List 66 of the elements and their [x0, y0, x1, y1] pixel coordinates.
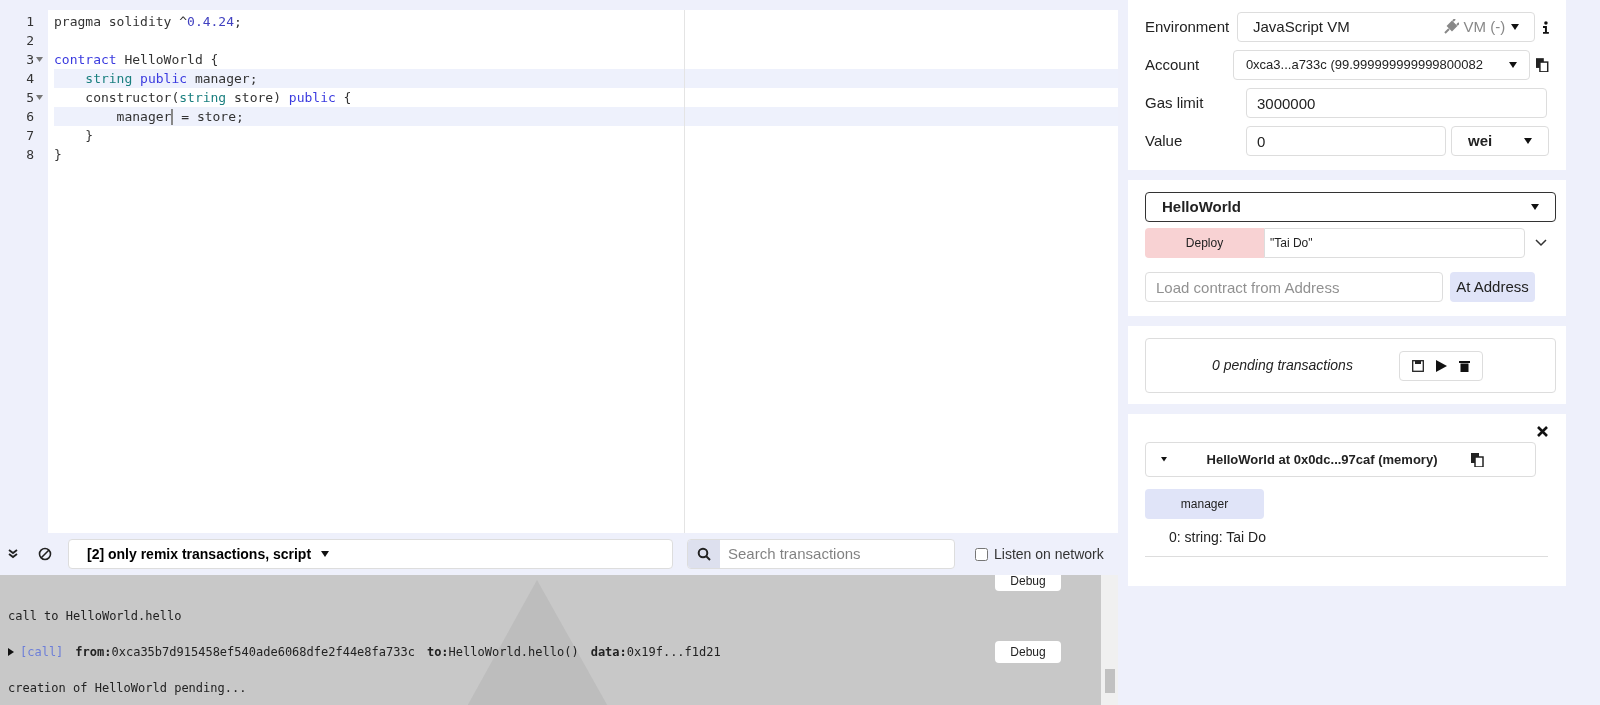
field-label: Value [1145, 130, 1184, 151]
scrollbar[interactable] [1101, 575, 1118, 705]
debug-button[interactable]: Debug [995, 641, 1061, 663]
code-line: contract HelloWorld { [54, 50, 219, 69]
chevron-down-icon[interactable] [1535, 239, 1547, 247]
contract-dropdown[interactable]: HelloWorld [1145, 192, 1556, 222]
save-icon[interactable] [1411, 359, 1424, 372]
log-message: call to HelloWorld.hello [8, 608, 182, 625]
deploy-button[interactable]: Deploy [1145, 228, 1264, 258]
trash-icon[interactable] [1458, 359, 1470, 372]
line-number: 6 [26, 107, 34, 126]
account-dropdown[interactable]: 0xca3...a733c (99.999999999999800082 [1232, 50, 1531, 80]
close-icon[interactable] [1537, 426, 1548, 437]
field-label: Gas limit [1145, 92, 1205, 113]
line-number: 8 [26, 145, 34, 164]
line-number: 5 [26, 88, 34, 107]
caret-icon [1161, 457, 1167, 462]
pending-count: 0 pending transactions [1212, 356, 1353, 375]
caret-icon [1531, 204, 1539, 210]
caret-icon [321, 551, 330, 557]
constructor-args-field[interactable]: "Tai Do" [1264, 228, 1525, 258]
caret-icon [1511, 24, 1520, 30]
caret-icon [1509, 62, 1518, 68]
search-field[interactable]: Search transactions [720, 542, 954, 566]
code-editor[interactable]: 1 2 3 4 5 6 7 8 pragma solidity ^0.4.24; contract HelloWorld { string public manager; constructor(string store) public { manager = store; } } [0, 10, 1118, 533]
value-field[interactable]: 0 [1246, 126, 1446, 156]
instance-header[interactable]: HelloWorld at 0x0dc...97caf (memory) [1145, 442, 1536, 477]
at-address-button[interactable]: At Address [1450, 272, 1535, 302]
filter-dropdown[interactable]: [2] only remix transactions, script [68, 539, 673, 569]
caret-icon [8, 648, 14, 656]
manager-button[interactable]: manager [1145, 489, 1264, 519]
log-message: creation of HelloWorld pending... [8, 680, 247, 697]
code-line: constructor(string store) public { [84, 88, 352, 107]
code-line: manager = store; [115, 107, 244, 127]
field-label: Environment [1145, 16, 1231, 37]
line-number: 4 [26, 69, 34, 88]
field-label: Account [1145, 54, 1201, 75]
unit-dropdown[interactable]: wei [1451, 126, 1549, 156]
code-line: } [84, 126, 94, 145]
debug-button[interactable]: Debug [995, 575, 1061, 591]
code-line: } [54, 145, 62, 164]
play-icon[interactable] [1435, 359, 1447, 372]
copy-icon[interactable] [1536, 58, 1549, 72]
code-line: pragma solidity ^0.4.24; [54, 12, 242, 31]
fold-arrow-icon[interactable] [36, 57, 43, 62]
search-icon [697, 547, 711, 561]
info-icon[interactable] [1543, 20, 1549, 34]
line-number: 1 [26, 12, 34, 31]
caret-icon [1524, 138, 1532, 144]
line-number: 2 [26, 31, 34, 50]
collapse-icon[interactable] [8, 549, 18, 559]
line-number: 7 [26, 126, 34, 145]
plug-icon [1443, 19, 1460, 35]
environment-dropdown[interactable]: JavaScript VM VM (-) [1237, 12, 1536, 42]
listen-checkbox[interactable] [975, 547, 988, 561]
transaction-log[interactable]: [call] from:0xca35b7d915458ef540ade6068dfe2f44e8fa733c to:HelloWorld.hello() data:0x19f...f1d21 [8, 643, 721, 661]
gas-limit-field[interactable]: 3000000 [1246, 88, 1547, 118]
call-result: 0: string: Tai Do [1169, 528, 1267, 547]
copy-icon[interactable] [1471, 452, 1484, 467]
clear-icon[interactable] [38, 547, 52, 561]
listen-label: Listen on network [994, 544, 1104, 564]
line-number: 3 [26, 50, 34, 69]
fold-arrow-icon[interactable] [36, 95, 43, 100]
search-box[interactable]: Search transactions [687, 539, 955, 569]
code-line: string public manager; [84, 69, 258, 88]
address-field[interactable]: Load contract from Address [1145, 272, 1443, 302]
